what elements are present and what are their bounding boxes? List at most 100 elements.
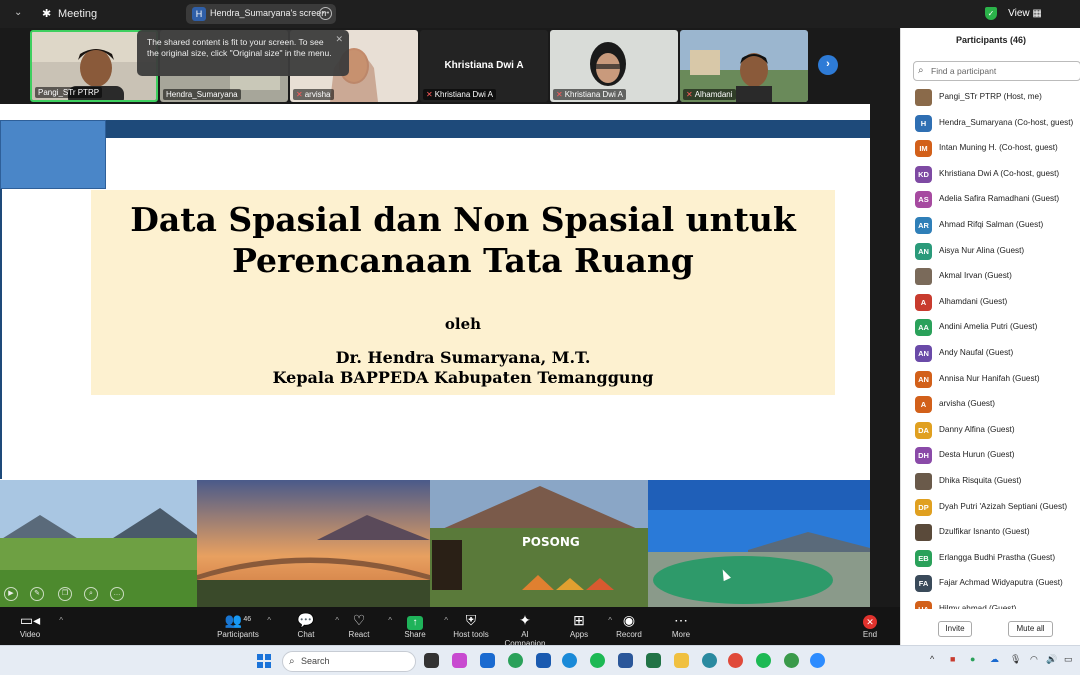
participant-search-input[interactable]: ⌕ Find a participant: [913, 61, 1080, 81]
zoom-icon[interactable]: ⌕: [84, 587, 98, 601]
participant-row[interactable]: IM Intan Muning H. (Co-host, guest): [901, 136, 1080, 162]
react-button[interactable]: ♡ React ^: [334, 610, 392, 639]
pen-icon[interactable]: ✎: [30, 587, 44, 601]
edge-icon[interactable]: [562, 653, 577, 668]
screen-share-indicator[interactable]: H Hendra_Sumaryana's screen •••: [186, 4, 336, 24]
video-button[interactable]: ▭◂ Video ^: [5, 610, 63, 639]
tile-display-name: Khristiana Dwi A: [444, 60, 524, 71]
participant-list: Pangi_STr PTRP (Host, me) H Hendra_Sumarya…: [901, 85, 1080, 609]
muted-mic-icon: ✕: [426, 90, 433, 99]
participant-name: Fajar Achmad Widyaputra (Guest): [939, 578, 1063, 588]
participant-row[interactable]: AN Aisya Nur Alina (Guest): [901, 239, 1080, 265]
quickbooks-icon[interactable]: [508, 653, 523, 668]
participants-count: 46: [243, 616, 252, 623]
copilot-icon[interactable]: [452, 653, 467, 668]
participant-row[interactable]: Aarvisha (Guest): [901, 392, 1080, 418]
invite-button[interactable]: Invite: [938, 621, 972, 637]
outlook-icon[interactable]: [480, 653, 495, 668]
participant-row[interactable]: DP Dyah Putri 'Azizah Septiani (Guest): [901, 495, 1080, 521]
tooltip-text: The shared content is fit to your screen…: [147, 37, 332, 58]
windows-start-icon[interactable]: [257, 654, 271, 668]
muted-mic-icon: ✕: [556, 90, 563, 99]
participant-initials-avatar: AN: [915, 370, 932, 388]
view-button[interactable]: View ▦: [1000, 4, 1050, 24]
participant-name: Annisa Nur Hanifah (Guest): [939, 373, 1040, 383]
more-icon[interactable]: …: [110, 587, 124, 601]
chrome-profile-icon[interactable]: [784, 653, 799, 668]
share-button[interactable]: ↑ Share ^: [390, 610, 448, 639]
participant-row[interactable]: A Alhamdani (Guest): [901, 290, 1080, 316]
participant-row[interactable]: Dhika Risquita (Guest): [901, 469, 1080, 495]
video-label: Video: [19, 630, 41, 639]
more-options-icon[interactable]: •••: [319, 7, 332, 20]
chat-button[interactable]: 💬 Chat ^: [281, 610, 339, 639]
participant-row[interactable]: DH Desta Hurun (Guest): [901, 443, 1080, 469]
battery-icon[interactable]: ▭: [1064, 654, 1073, 665]
word-icon[interactable]: [618, 653, 633, 668]
participant-initials-avatar: HA: [915, 601, 932, 609]
tray-chevron-icon[interactable]: ^: [930, 654, 934, 664]
spotify-alt-icon[interactable]: [756, 653, 771, 668]
spotify-icon[interactable]: [590, 653, 605, 668]
task-view-icon[interactable]: [424, 653, 439, 668]
react-label: React: [348, 630, 370, 639]
participant-row[interactable]: DA Danny Alfina (Guest): [901, 418, 1080, 444]
tile-name: ✕ arvisha: [293, 89, 334, 100]
wifi-icon[interactable]: ◠: [1030, 654, 1038, 665]
more-button[interactable]: ⋯ More: [656, 610, 706, 639]
video-tile[interactable]: Khristiana Dwi A ✕ Khristiana Dwi A: [420, 30, 548, 102]
mute-all-button[interactable]: Mute all: [1008, 621, 1053, 637]
security-shield-icon[interactable]: ✓: [985, 7, 997, 20]
zoom-app-icon[interactable]: [810, 653, 825, 668]
zoom-paw-icon: ✱: [42, 8, 52, 20]
participants-chevron-icon[interactable]: ^: [267, 616, 271, 625]
play-icon[interactable]: ▶: [4, 587, 18, 601]
participant-name: Danny Alfina (Guest): [939, 424, 1015, 434]
window-menu-chevron-icon[interactable]: ⌄: [14, 7, 22, 18]
participant-row[interactable]: Pangi_STr PTRP (Host, me): [901, 85, 1080, 111]
apps-button[interactable]: ⊞ Apps ^: [554, 610, 612, 639]
slide-photo-strip: ▶ ✎ ❐ ⌕ … POSONG: [0, 480, 870, 607]
host-tools-button[interactable]: ⛨ Host tools: [446, 610, 496, 639]
close-icon[interactable]: ✕: [335, 34, 343, 45]
fit-to-screen-tooltip: The shared content is fit to your screen…: [137, 30, 349, 76]
participants-panel-title: Participants (46): [955, 35, 1027, 45]
participant-row[interactable]: Akmal Irvan (Guest): [901, 264, 1080, 290]
browser-icon[interactable]: [702, 653, 717, 668]
tray-app-icon[interactable]: ■: [950, 654, 955, 664]
participants-button[interactable]: 👥46 Participants ^: [213, 610, 271, 639]
search-icon: ⌕: [289, 656, 295, 667]
participant-name: Hilmy ahmad (Guest): [939, 604, 1017, 609]
participant-row[interactable]: Dzulfikar Isnanto (Guest): [901, 520, 1080, 546]
video-tile[interactable]: ✕ Khristiana Dwi A: [550, 30, 678, 102]
participant-row[interactable]: AA Andini Amelia Putri (Guest): [901, 315, 1080, 341]
ai-companion-button[interactable]: ✦ AI Companion: [500, 610, 550, 648]
copy-icon[interactable]: ❐: [58, 587, 72, 601]
participant-row[interactable]: HA Hilmy ahmad (Guest): [901, 597, 1080, 609]
video-options-chevron-icon[interactable]: ^: [59, 616, 63, 625]
onedrive-icon[interactable]: ☁: [990, 654, 999, 665]
end-button[interactable]: ✕ End: [845, 610, 895, 639]
volume-icon[interactable]: 🔊: [1046, 654, 1057, 665]
participant-row[interactable]: AN Annisa Nur Hanifah (Guest): [901, 367, 1080, 393]
participant-row[interactable]: EB Erlangga Budhi Prastha (Guest): [901, 546, 1080, 572]
microphone-icon[interactable]: 🎙: [1010, 654, 1021, 665]
next-page-arrow-icon[interactable]: ›: [818, 55, 838, 75]
excel-icon[interactable]: [646, 653, 661, 668]
participant-row[interactable]: AR Ahmad Rifqi Salman (Guest): [901, 213, 1080, 239]
participant-row[interactable]: H Hendra_Sumaryana (Co-host, guest): [901, 111, 1080, 137]
participant-row[interactable]: AS Adelia Safira Ramadhani (Guest): [901, 187, 1080, 213]
participant-initials-avatar: AA: [915, 319, 932, 337]
chrome-icon[interactable]: [728, 653, 743, 668]
file-explorer-icon[interactable]: [674, 653, 689, 668]
tile-name: ✕ Alhamdani: [683, 89, 736, 100]
video-tile[interactable]: ✕ Alhamdani: [680, 30, 808, 102]
record-button[interactable]: ◉ Record: [604, 610, 654, 639]
participant-photo-avatar: [915, 473, 932, 490]
store-icon[interactable]: [536, 653, 551, 668]
participant-row[interactable]: AN Andy Naufal (Guest): [901, 341, 1080, 367]
tray-app2-icon[interactable]: ●: [970, 654, 975, 664]
participant-row[interactable]: KD Khristiana Dwi A (Co-host, guest): [901, 162, 1080, 188]
participant-row[interactable]: FA Fajar Achmad Widyaputra (Guest): [901, 571, 1080, 597]
taskbar-search-box[interactable]: ⌕ Search: [282, 651, 416, 672]
